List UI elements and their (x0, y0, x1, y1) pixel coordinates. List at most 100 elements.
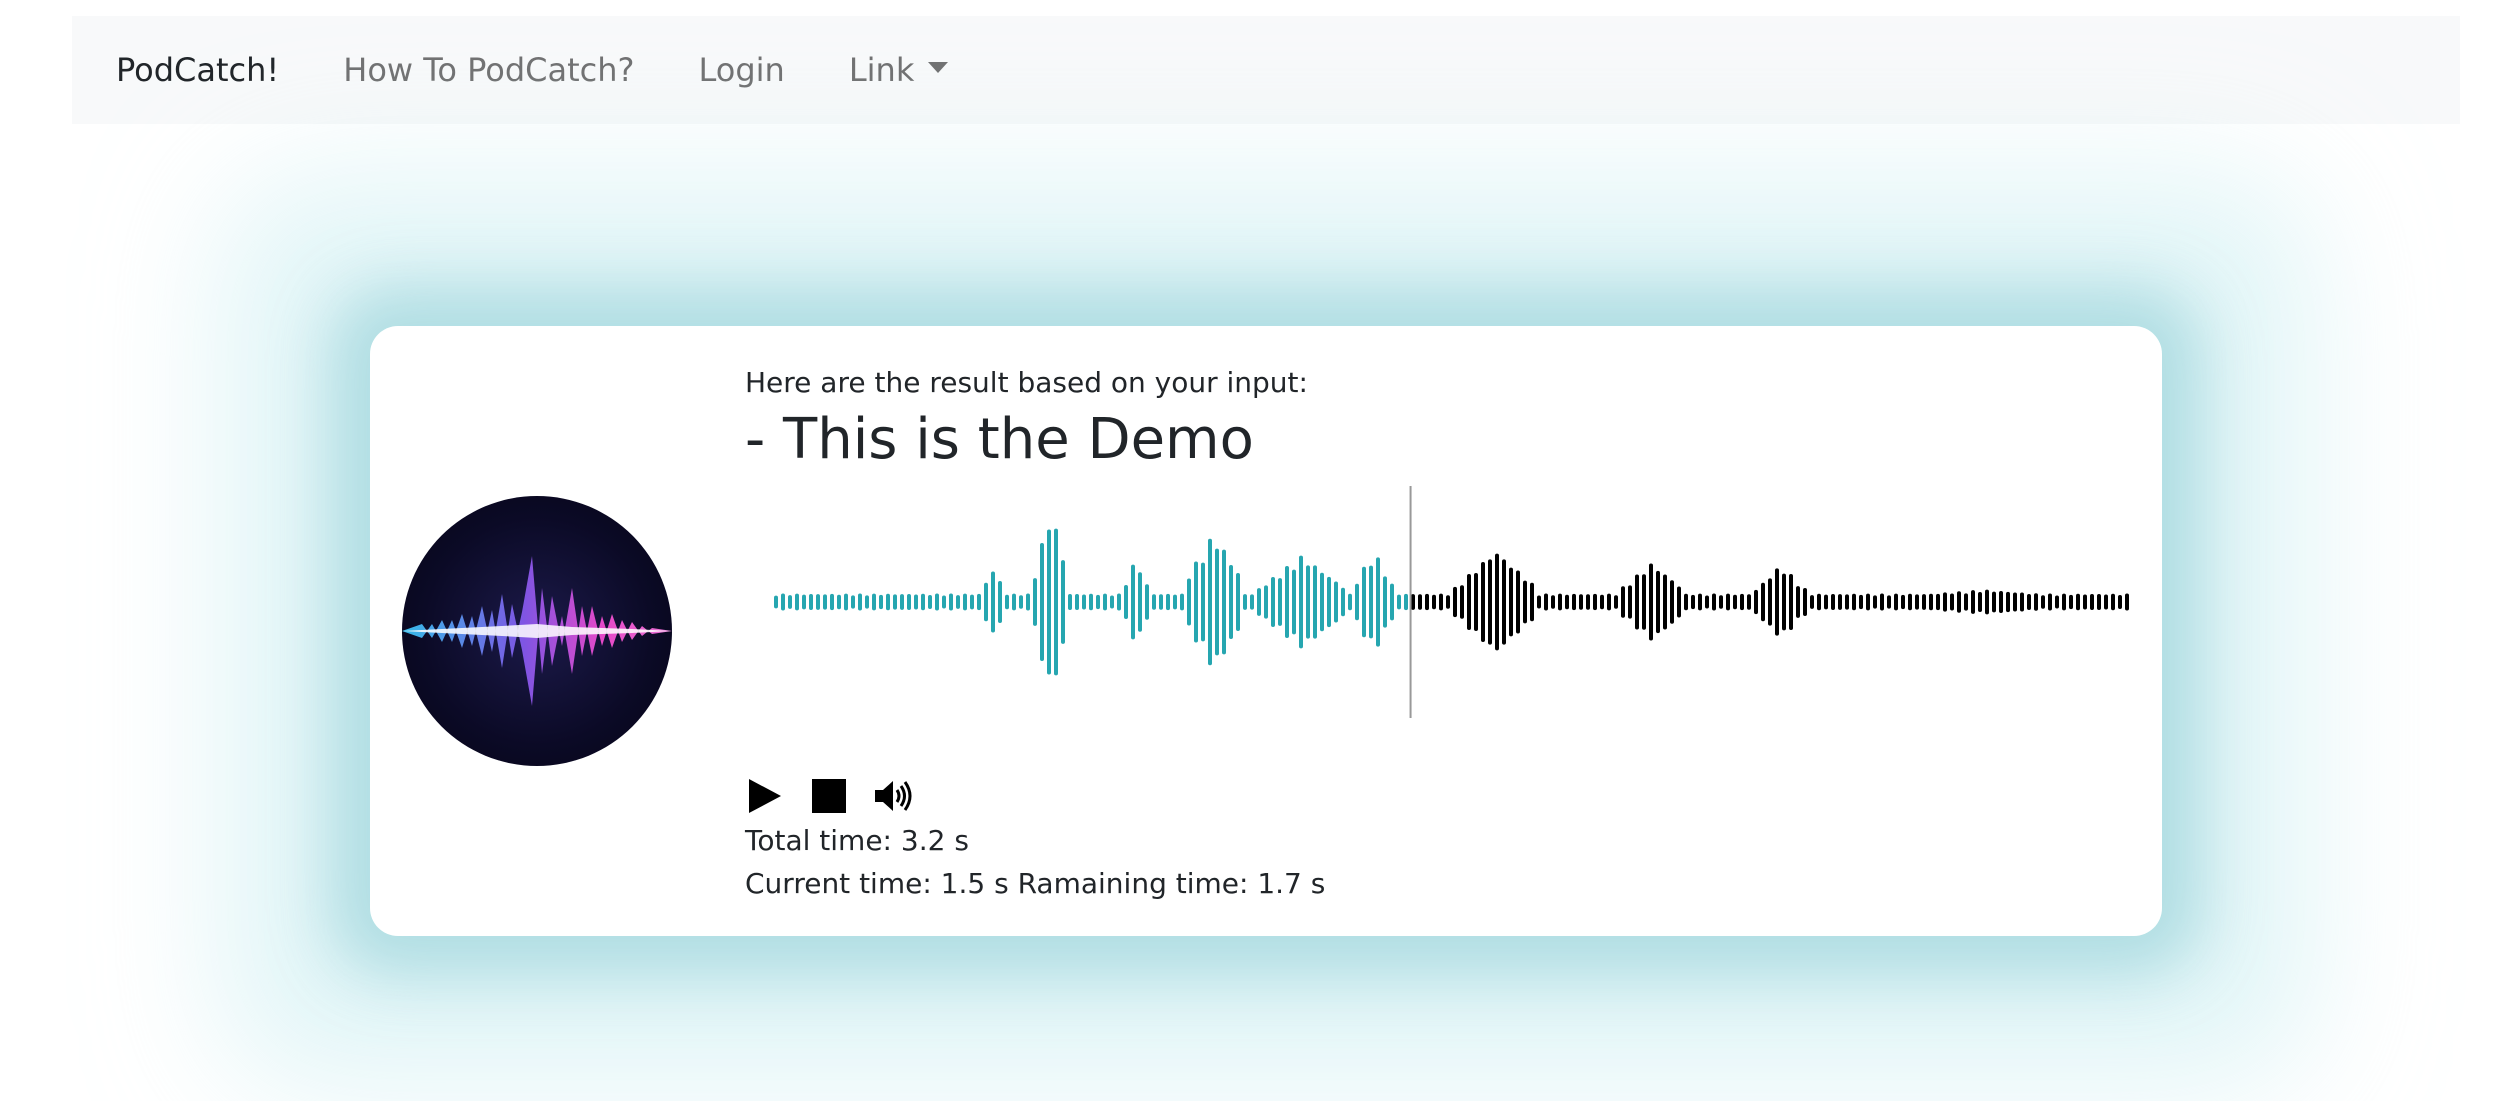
waveform-bar (2034, 593, 2038, 611)
waveform-bar (1929, 593, 1933, 611)
waveform-bar (1628, 585, 1632, 619)
waveform-bar (802, 594, 806, 610)
waveform-bar (1635, 574, 1639, 630)
waveform-bar (1369, 565, 1373, 639)
waveform-bar (1201, 562, 1205, 642)
waveform-bar (823, 594, 827, 610)
waveform-bar (788, 595, 792, 609)
waveform-bar (1397, 594, 1401, 610)
waveform-bar (1061, 560, 1065, 644)
waveform-bar (858, 593, 862, 611)
waveform-bar (1411, 594, 1415, 610)
waveform-bar (956, 595, 960, 609)
nav-link-login[interactable]: Login (699, 51, 785, 89)
waveform-bar (1292, 569, 1296, 635)
waveform-bar (1264, 585, 1268, 619)
waveform-bar (1789, 574, 1793, 630)
waveform-bar (1817, 593, 1821, 611)
waveform-bar (851, 595, 855, 609)
waveform-bar (1425, 593, 1429, 611)
waveform-bar (1054, 528, 1058, 676)
current-time: Current time: 1.5 s (745, 867, 1009, 900)
player-controls (745, 776, 937, 816)
waveform-bar (1663, 574, 1667, 630)
waveform-bar (1131, 564, 1135, 640)
waveform-bar (1733, 594, 1737, 610)
waveform-bar (1033, 578, 1037, 626)
stop-icon (812, 779, 846, 813)
play-button[interactable] (745, 776, 785, 816)
waveform-bar (1026, 593, 1030, 611)
waveform-bar (1831, 593, 1835, 611)
nav-link-how-to[interactable]: How To PodCatch? (343, 51, 634, 89)
waveform-bar (1103, 593, 1107, 611)
waveform-bar (1187, 578, 1191, 626)
waveform-bar (1586, 594, 1590, 610)
waveform-bar (1467, 574, 1471, 630)
waveform-bar (1761, 582, 1765, 622)
waveform-bar (1845, 594, 1849, 610)
waveform-bar (2062, 593, 2066, 611)
waveform-bar (998, 580, 1002, 624)
waveform-bar (991, 571, 995, 633)
waveform-bar (1726, 593, 1730, 611)
volume-button[interactable] (873, 776, 913, 816)
waveform-bar (1173, 594, 1177, 610)
waveform-bar (1208, 538, 1212, 666)
waveform-bar (1880, 593, 1884, 611)
waveform-bar (1558, 593, 1562, 611)
waveform-bar (1495, 553, 1499, 651)
waveform-bar (837, 594, 841, 610)
stop-button[interactable] (809, 776, 849, 816)
caret-down-icon (928, 61, 949, 73)
waveform-bar (1089, 593, 1093, 611)
waveform-bar (1376, 557, 1380, 647)
waveform-bar (1803, 588, 1807, 616)
waveform-bar (1313, 565, 1317, 639)
waveform-bar (1159, 594, 1163, 610)
waveform-bar (1306, 565, 1310, 639)
waveform-bar (1327, 576, 1331, 628)
waveform-bar (1243, 594, 1247, 610)
waveform-bar (1180, 593, 1184, 611)
waveform-bar (963, 593, 967, 611)
waveform-bar (970, 594, 974, 610)
waveform-bar (1334, 581, 1338, 623)
waveform-bar (2118, 594, 2122, 610)
waveform-bar (1642, 574, 1646, 630)
waveform-bar (844, 593, 848, 611)
waveform-bar (1670, 580, 1674, 624)
waveform-bar (1999, 591, 2003, 613)
waveform-bar (921, 593, 925, 611)
waveform-bar (1971, 590, 1975, 614)
waveform-bar (942, 595, 946, 609)
waveform-bar (1712, 593, 1716, 611)
waveform-bar (872, 593, 876, 611)
waveform-bar (1915, 594, 1919, 610)
brand-link[interactable]: PodCatch! (116, 51, 279, 89)
waveform-bar (1194, 561, 1198, 643)
waveform-bar (1523, 580, 1527, 624)
total-time: Total time: 3.2 s (745, 824, 969, 857)
waveform-bar (1299, 555, 1303, 649)
waveform-bar (949, 593, 953, 611)
waveform-bar (1236, 573, 1240, 631)
waveform-bar (1215, 548, 1219, 656)
waveform-bar (1593, 593, 1597, 611)
waveform-bar (1502, 559, 1506, 645)
waveform-bar (1740, 593, 1744, 611)
waveform-bar (1474, 573, 1478, 631)
waveform-bar (1530, 582, 1534, 622)
waveform-bar (1943, 592, 1947, 612)
waveform-bar (1418, 594, 1422, 610)
waveform-bar (1894, 593, 1898, 611)
audio-waveform[interactable] (770, 486, 2130, 718)
waveform-bar (1075, 594, 1079, 610)
waveform-bar (2104, 594, 2108, 610)
waveform-bar (781, 593, 785, 611)
nav-dropdown-link[interactable]: Link (849, 51, 949, 89)
play-icon (749, 779, 781, 813)
waveform-bar (1537, 595, 1541, 609)
waveform-bar (1572, 593, 1576, 611)
result-subtitle: Here are the result based on your input: (745, 366, 1308, 399)
